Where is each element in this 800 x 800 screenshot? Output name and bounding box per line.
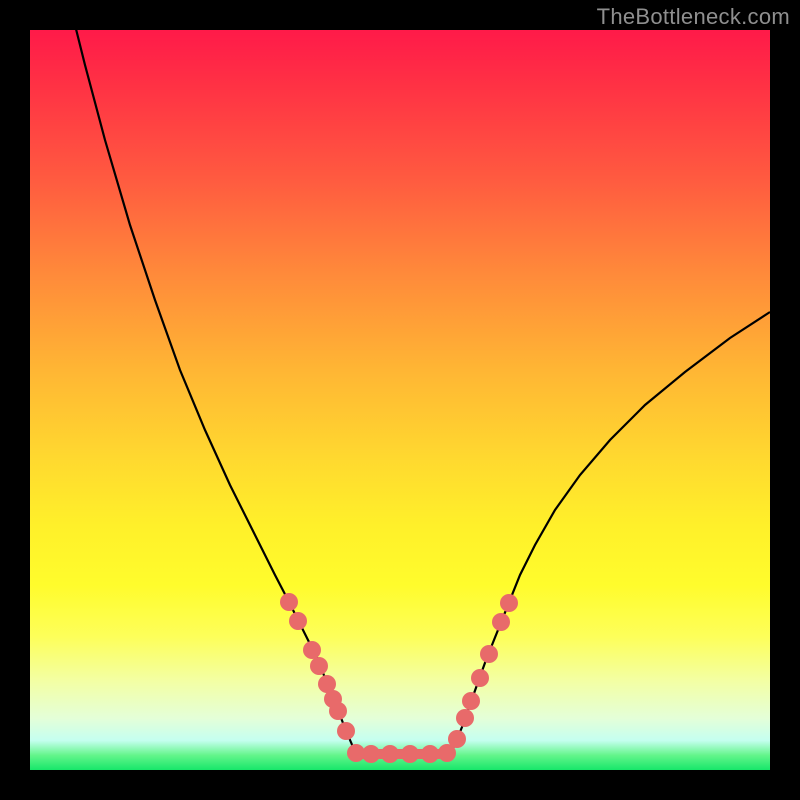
marker-dot [303, 641, 321, 659]
marker-dot [456, 709, 474, 727]
right-curve [450, 312, 770, 754]
marker-dot [329, 702, 347, 720]
marker-dot [462, 692, 480, 710]
marker-dot [471, 669, 489, 687]
chart-stage: TheBottleneck.com [0, 0, 800, 800]
marker-dot [337, 722, 355, 740]
watermark-text: TheBottleneck.com [597, 4, 790, 30]
marker-dot [381, 745, 399, 763]
marker-dot [280, 593, 298, 611]
marker-dot [480, 645, 498, 663]
marker-dot [492, 613, 510, 631]
plot-svg [30, 30, 770, 770]
plot-area [30, 30, 770, 770]
marker-dot [500, 594, 518, 612]
marker-dot [448, 730, 466, 748]
marker-dot [362, 745, 380, 763]
marker-group [280, 593, 518, 763]
marker-dot [421, 745, 439, 763]
marker-dot [401, 745, 419, 763]
marker-dot [289, 612, 307, 630]
marker-dot [310, 657, 328, 675]
